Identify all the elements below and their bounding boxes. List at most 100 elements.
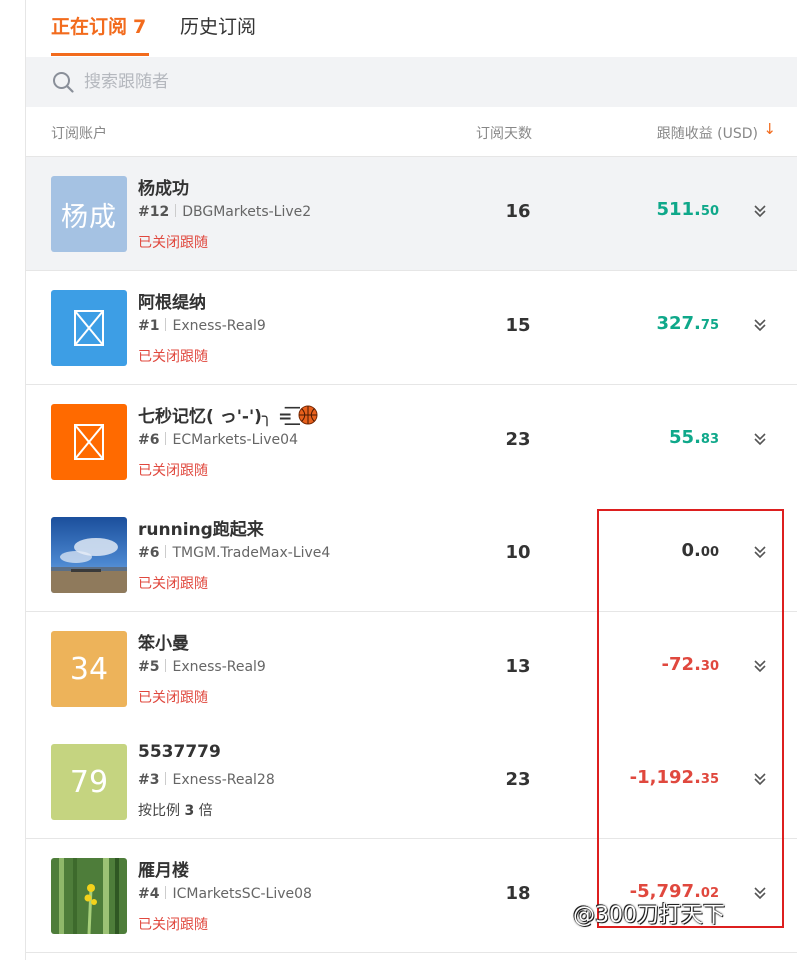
divider [165, 432, 167, 445]
arrow-down-icon[interactable]: ↓ [763, 120, 776, 138]
account-meta: #6 ECMarkets-Live04 [138, 432, 298, 448]
broker: Exness-Real9 [172, 659, 266, 675]
flower-photo-avatar [51, 858, 127, 934]
chevron-double-down-icon[interactable] [752, 658, 768, 674]
divider [175, 204, 177, 217]
rank: #12 [138, 204, 170, 220]
rank: #3 [138, 772, 160, 788]
tab-active-count: 7 [133, 16, 147, 38]
status-text: 已关闭跟随 [138, 917, 208, 933]
account-meta: #12 DBGMarkets-Live2 [138, 204, 311, 220]
watermark: @300刀打天下 [573, 903, 725, 928]
tab-bar: 正在订阅 7 历史订阅 [26, 0, 797, 57]
follower-name[interactable]: 阿根缇纳 [138, 288, 206, 313]
chevron-double-down-icon[interactable] [752, 203, 768, 219]
rank: #1 [138, 318, 160, 334]
follower-name[interactable]: 杨成功 [138, 174, 189, 199]
broker: Exness-Real28 [172, 772, 275, 788]
broker: Exness-Real9 [172, 318, 266, 334]
table-row[interactable]: 79 5537779 #3 Exness-Real28 按比例 3 倍 23 -1… [26, 725, 797, 839]
chevron-double-down-icon[interactable] [752, 431, 768, 447]
subscription-days: 13 [505, 656, 531, 677]
broken-image-icon [74, 424, 104, 460]
profit-int: 55. [669, 427, 701, 448]
subscription-days: 10 [505, 542, 531, 563]
subscription-days: 16 [505, 201, 531, 222]
table-row[interactable]: 阿根缇纳 #1 Exness-Real9 已关闭跟随 15 327.75 [26, 271, 797, 385]
subscription-panel: 正在订阅7 历史订阅 订阅账户 订阅天数 跟随收益 (USD) ↓ 杨成 杨成功… [25, 0, 797, 960]
divider [165, 772, 167, 785]
profit-value: 511.50 [656, 199, 719, 220]
profit-int: 511. [656, 199, 701, 220]
avatar-text: 34 [69, 651, 109, 687]
follower-name-text: 七秒记忆( っ'-')╮ =͟͟͞͞ [138, 407, 293, 427]
beach-photo-avatar [51, 517, 127, 593]
divider [165, 886, 167, 899]
broker: ICMarketsSC-Live08 [172, 886, 312, 902]
profit-dec: 00 [700, 545, 719, 560]
chevron-double-down-icon[interactable] [752, 885, 768, 901]
avatar: 34 [51, 631, 127, 707]
profit-dec: 75 [700, 318, 719, 333]
table-row[interactable]: 杨成 杨成功 #12 DBGMarkets-Live2 已关闭跟随 16 511.… [26, 157, 797, 271]
tab-underline [51, 53, 149, 56]
account-meta: #1 Exness-Real9 [138, 318, 266, 334]
chevron-double-down-icon[interactable] [752, 317, 768, 333]
avatar: 79 [51, 744, 127, 820]
tab-active-subscriptions[interactable]: 正在订阅 7 [51, 14, 146, 40]
table-header: 订阅账户 订阅天数 跟随收益 (USD) ↓ [26, 107, 797, 157]
copy-ratio-text: 按比例 3 倍 [138, 800, 213, 820]
subscription-days: 23 [505, 429, 531, 450]
table-row[interactable]: 七秒记忆( っ'-')╮ =͟͟͞͞ #6 ECMarkets-Live04 已关… [26, 385, 797, 499]
profit-value: -1,192.35 [630, 767, 719, 788]
broker: DBGMarkets-Live2 [182, 204, 312, 220]
profit-value: -72.30 [662, 654, 719, 675]
account-meta: #6 TMGM.TradeMax-Live4 [138, 545, 330, 561]
search-input[interactable] [84, 69, 484, 95]
profit-dec: 35 [700, 772, 719, 787]
broker: ECMarkets-Live04 [172, 432, 298, 448]
subscription-days: 18 [505, 883, 531, 904]
status-text: 已关闭跟随 [138, 576, 208, 592]
table-row[interactable]: 雁月楼 #4 ICMarketsSC-Live08 已关闭跟随 18 -5,797… [26, 839, 797, 953]
subscription-days: 15 [505, 315, 531, 336]
follower-name[interactable]: 笨小曼 [138, 629, 189, 654]
rank: #6 [138, 545, 160, 561]
account-meta: #5 Exness-Real9 [138, 659, 266, 675]
profit-int: -1,192. [629, 767, 701, 788]
profit-value: 327.75 [656, 313, 719, 334]
follower-name[interactable]: 七秒记忆( っ'-')╮ =͟͟͞͞ [138, 402, 318, 427]
follower-name[interactable]: 5537779 [138, 742, 221, 762]
profit-value: 0.00 [682, 540, 719, 561]
follower-name[interactable]: 雁月楼 [138, 856, 189, 881]
avatar: 杨成 [51, 176, 127, 252]
profit-int: 327. [656, 313, 701, 334]
ratio-number: 3 [184, 803, 195, 819]
divider [165, 545, 167, 558]
follower-name[interactable]: running跑起来 [138, 515, 264, 540]
status-text: 已关闭跟随 [138, 235, 208, 251]
table-row[interactable]: running跑起来 #6 TMGM.TradeMax-Live4 已关闭跟随 1… [26, 498, 797, 612]
chevron-double-down-icon[interactable] [752, 771, 768, 787]
subscription-days: 23 [505, 769, 531, 790]
profit-value: 55.83 [669, 427, 719, 448]
rank: #5 [138, 659, 160, 675]
status-text: 已关闭跟随 [138, 349, 208, 365]
search-bar [26, 57, 797, 107]
ratio-suffix: 倍 [198, 803, 213, 819]
tab-history-subscriptions[interactable]: 历史订阅 [180, 14, 256, 40]
chevron-double-down-icon[interactable] [752, 544, 768, 560]
profit-dec: 50 [700, 204, 719, 219]
account-meta: #4 ICMarketsSC-Live08 [138, 886, 312, 902]
avatar-text: 杨成 [61, 201, 117, 233]
table-row[interactable]: 34 笨小曼 #5 Exness-Real9 已关闭跟随 13 -72.30 [26, 612, 797, 726]
status-text: 已关闭跟随 [138, 463, 208, 479]
broken-image-icon [74, 310, 104, 346]
basketball-icon [298, 405, 318, 425]
profit-int: 0. [681, 540, 701, 561]
account-meta: #3 Exness-Real28 [138, 772, 275, 788]
search-icon [53, 72, 74, 93]
column-profit[interactable]: 跟随收益 (USD) [657, 123, 758, 143]
avatar [51, 290, 127, 366]
status-text: 已关闭跟随 [138, 690, 208, 706]
